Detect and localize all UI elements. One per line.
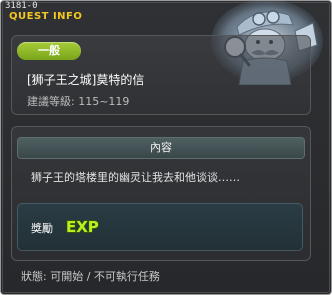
exp-text: EXP <box>66 218 99 235</box>
content-text: 狮子王的塔楼里的幽灵让我去和他谈谈…… <box>31 171 240 184</box>
quest-title: [狮子王之城]莫特的信 <box>27 73 145 87</box>
reward-box <box>17 203 303 251</box>
quest-id: 3181-0 <box>5 1 38 11</box>
reward-label: 獎勵 <box>31 222 53 235</box>
recommended-level: 建議等級: 115~119 <box>27 95 130 108</box>
quest-status: 狀態: 可開始 / 不可執行任務 <box>21 270 160 283</box>
exp-icon: EXP <box>65 217 99 235</box>
quest-info-window: 3181-0 QUEST INFO 一般 [狮子王之城]莫特的信 建議等級: 1… <box>0 0 332 295</box>
content-header: 內容 <box>17 137 305 159</box>
window-title: QUEST INFO <box>9 11 83 22</box>
category-badge: 一般 <box>17 42 81 60</box>
